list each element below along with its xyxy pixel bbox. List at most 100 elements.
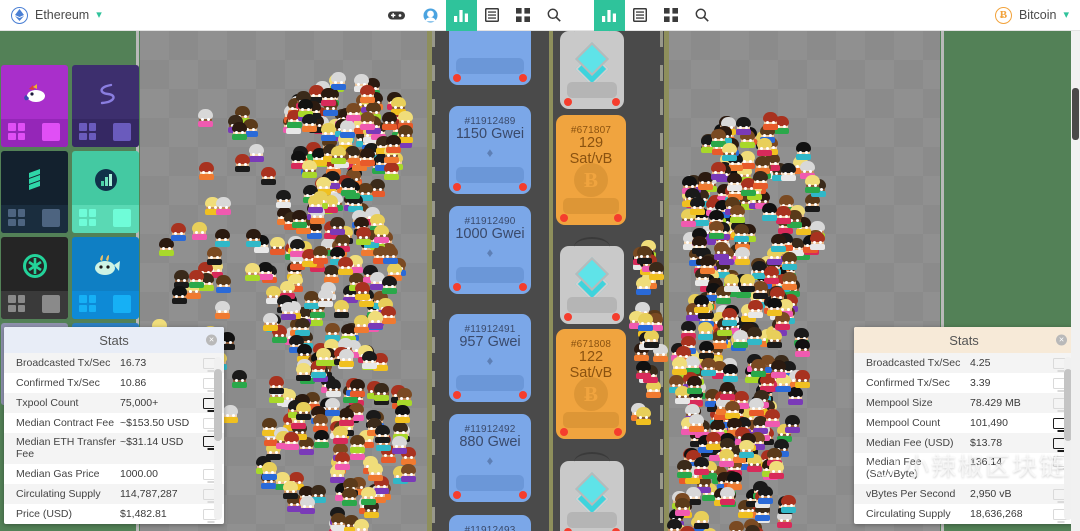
crowd-person (362, 351, 377, 369)
close-icon[interactable]: × (1056, 334, 1067, 346)
crowd-person (333, 426, 348, 444)
chart-tile[interactable] (72, 151, 139, 233)
ethereum-block-bus[interactable]: #11912490 1000 Gwei ♦ (449, 206, 531, 294)
ethereum-block-bus[interactable]: #11912493 (449, 515, 531, 531)
grid-icon[interactable] (79, 295, 96, 312)
close-icon[interactable]: × (206, 334, 217, 346)
ethereum-block-bus[interactable]: ♦ (449, 31, 531, 85)
crowd-person (386, 135, 401, 153)
crowd-person (720, 487, 735, 505)
bitcoin-block-truck[interactable]: #671807 129 Sat/vB Ƀ (556, 115, 626, 225)
crowd-person (722, 308, 737, 326)
ethereum-toolbar (379, 0, 570, 31)
bitcoin-chain-selector[interactable]: Ƀ Bitcoin ▾ (994, 6, 1080, 24)
grid-icon[interactable] (79, 209, 96, 226)
panel-scrollbar-thumb[interactable] (214, 369, 222, 441)
crowd-person (395, 405, 410, 423)
bar-chart-icon[interactable] (445, 0, 477, 31)
lane-marking-left (432, 31, 435, 531)
grid-icon[interactable] (8, 123, 25, 140)
curb-right-outer (664, 31, 669, 531)
ethereum-chain-label: Ethereum (35, 8, 90, 22)
tile-badge (113, 123, 131, 141)
grey-utility-car[interactable] (560, 31, 624, 109)
tail-light-right (612, 98, 620, 106)
grid-icon[interactable] (656, 0, 687, 31)
crowd-person (215, 301, 230, 319)
gamepad-icon[interactable] (379, 0, 415, 31)
grey-utility-car[interactable] (560, 237, 624, 324)
crowd-person (338, 257, 353, 275)
compound-tile[interactable] (1, 151, 68, 233)
panel-header: Stats × (4, 327, 224, 353)
crowd-person (706, 432, 721, 450)
crowd-person (246, 229, 261, 247)
ethereum-block-bus[interactable]: #11912492 880 Gwei ♦ (449, 414, 531, 502)
stats-row-label: Median Gas Price (16, 468, 100, 480)
stats-row-label: Mempool Size (866, 397, 933, 409)
stats-row-value: 101,490 (970, 417, 1008, 429)
crowd-person (769, 461, 784, 479)
unicorn-tile[interactable] (1, 65, 68, 147)
stats-row-value: $13.78 (970, 437, 1003, 449)
stats-row-value: 4.25 (970, 357, 991, 369)
stats-row-label: Median ETH Transfer Fee (16, 436, 116, 460)
search-icon[interactable] (687, 0, 718, 31)
bitcoin-stats-panel[interactable]: Stats × Broadcasted Tx/Sec 4.25 Confirmed … (854, 327, 1074, 524)
crowd-person (350, 435, 365, 453)
crowd-person (384, 162, 399, 180)
synthetix-tile[interactable] (72, 65, 139, 147)
list-icon[interactable] (625, 0, 656, 31)
grey-utility-car[interactable] (560, 452, 624, 531)
ethereum-stats-panel[interactable]: Stats × Broadcasted Tx/Sec 16.73 Confirmed… (4, 327, 224, 524)
lane-marking-right (660, 31, 663, 531)
grid-icon[interactable] (79, 123, 96, 140)
page-scrollbar-thumb[interactable] (1072, 88, 1079, 140)
crowd-person (781, 163, 796, 181)
search-icon[interactable] (539, 0, 570, 31)
tail-light-right (519, 183, 527, 191)
ethereum-chain-selector[interactable]: Ethereum ▾ (0, 6, 102, 24)
crowd-person (223, 405, 238, 423)
crowd-person (771, 360, 786, 378)
grid-icon[interactable] (8, 209, 25, 226)
crowd-person (215, 229, 230, 247)
stats-row-value: 18,636,268 (970, 508, 1023, 520)
crowd-person (189, 270, 204, 288)
blowfish-tile[interactable] (72, 237, 139, 319)
crowd-person (341, 178, 356, 196)
vehicle-rear-window (567, 297, 617, 313)
bar-chart-icon[interactable] (593, 0, 625, 31)
crowd-person (216, 275, 231, 293)
kyber-tile[interactable] (1, 237, 68, 319)
bitcoin-logo-icon: Ƀ (574, 163, 608, 197)
crowd-person (401, 464, 416, 482)
list-icon[interactable] (477, 0, 508, 31)
avatar-icon[interactable] (415, 0, 446, 31)
grid-icon[interactable] (8, 295, 25, 312)
crowd-person (690, 197, 705, 215)
ethereum-block-bus[interactable]: #11912489 1150 Gwei ♦ (449, 106, 531, 194)
crowd-person (281, 302, 296, 320)
crowd-person (262, 462, 277, 480)
bitcoin-block-truck[interactable]: #671808 122 Sat/vB Ƀ (556, 329, 626, 439)
stats-row: Median Contract Fee ~$153.50 USD (4, 413, 224, 433)
tail-light-left (564, 98, 572, 106)
panel-scrollbar-track[interactable] (214, 357, 222, 520)
ethereum-block-bus[interactable]: #11912491 957 Gwei ♦ (449, 314, 531, 402)
compound-icon (22, 167, 48, 198)
chevron-down-icon[interactable]: ▾ (96, 9, 102, 21)
blowfish-icon (91, 253, 121, 284)
crowd-person (698, 322, 713, 340)
grid-icon[interactable] (508, 0, 539, 31)
chevron-down-icon[interactable]: ▾ (1063, 9, 1069, 21)
crowd-person (776, 206, 791, 224)
crowd-person (361, 487, 376, 505)
crowd-person (694, 295, 709, 313)
crowd-person (719, 449, 734, 467)
tail-light-left (453, 491, 461, 499)
crowd-person (751, 359, 766, 377)
stats-row: Median Gas Price 1000.00 (4, 464, 224, 484)
crowd-person (762, 203, 777, 221)
ethereum-diamond-icon: ♦ (486, 453, 494, 468)
